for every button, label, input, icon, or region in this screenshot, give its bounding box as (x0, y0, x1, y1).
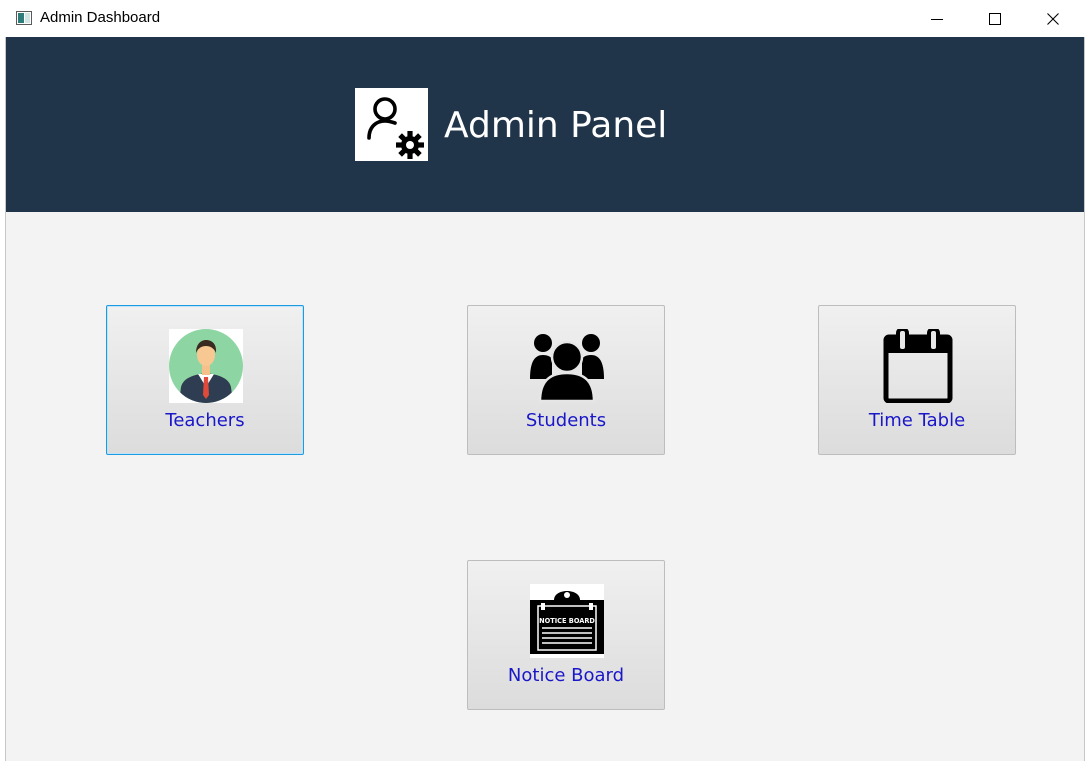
maximize-button[interactable] (966, 0, 1024, 37)
close-icon (1047, 12, 1059, 25)
notice-board-button[interactable]: NOTICE BOARD Notice Board (467, 560, 665, 710)
students-group-icon (530, 329, 604, 403)
page-title: Admin Panel (444, 105, 668, 146)
window-title: Admin Dashboard (40, 9, 161, 26)
title-bar[interactable]: Admin Dashboard (6, 0, 1086, 37)
close-button[interactable] (1024, 0, 1082, 37)
app-window-icon (16, 11, 32, 25)
time-table-label: Time Table (868, 410, 966, 431)
notice-board-icon-text: NOTICE BOARD (539, 617, 595, 625)
admin-header: Admin Panel (6, 37, 1084, 212)
dashboard-content: Teachers Students Time Table NOTICE BOAR… (6, 212, 1084, 761)
notice-board-icon: NOTICE BOARD (530, 584, 604, 658)
minimize-icon (931, 18, 943, 20)
minimize-button[interactable] (908, 0, 966, 37)
teacher-avatar-icon (169, 329, 243, 403)
students-label: Students (525, 410, 607, 431)
calendar-icon (881, 327, 955, 404)
admin-gear-user-icon (355, 88, 428, 161)
maximize-icon (989, 12, 1001, 25)
teachers-label: Teachers (165, 410, 245, 431)
notice-board-label: Notice Board (507, 665, 625, 686)
time-table-button[interactable]: Time Table (818, 305, 1016, 455)
teachers-button[interactable]: Teachers (106, 305, 304, 455)
students-button[interactable]: Students (467, 305, 665, 455)
